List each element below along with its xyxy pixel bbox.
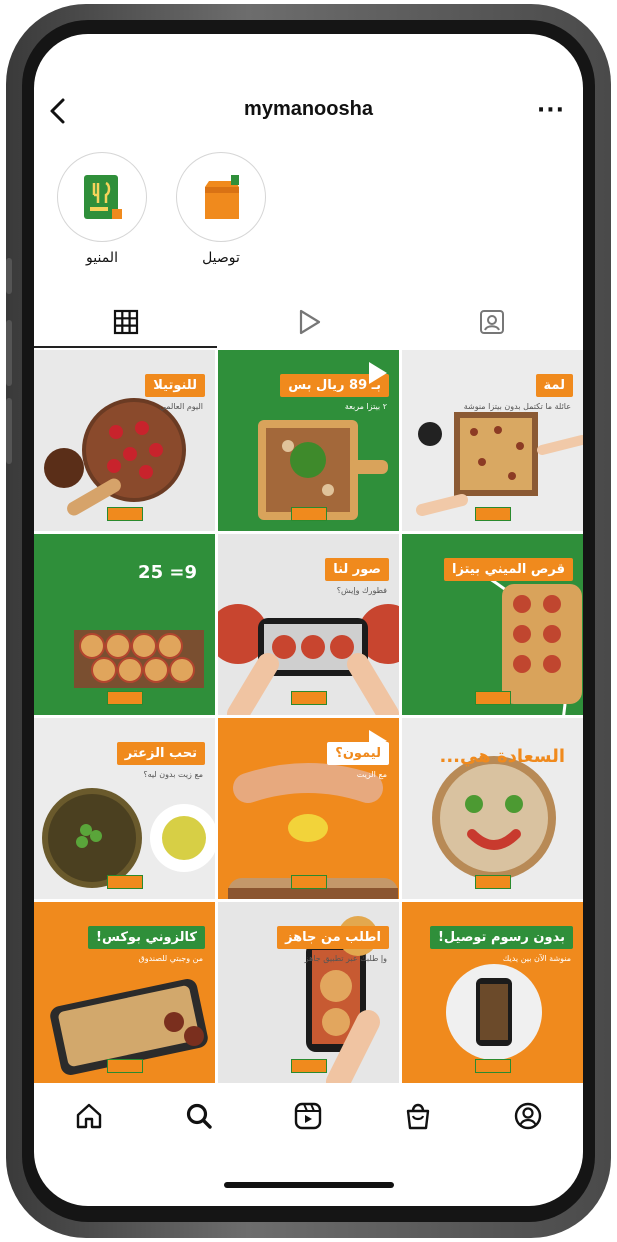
post-subtitle: منوشة الآن بين يديك	[502, 954, 571, 963]
tab-reels[interactable]	[217, 302, 400, 342]
post-title: 9= 25	[138, 562, 197, 583]
posts-grid: للنوتيلا اليوم العالمي بـ 89 ريال بس ٢ بيتز…	[34, 350, 583, 1083]
profile-tabs	[34, 296, 583, 348]
post-tile[interactable]: السعادة هي...	[402, 718, 583, 899]
highlight-menu-cover	[57, 152, 147, 242]
post-subtitle: من وجبتي للصندوق	[138, 954, 203, 963]
mute-switch	[6, 258, 12, 294]
profile-header: mymanoosha ···	[34, 34, 583, 144]
reels-icon[interactable]	[293, 1101, 323, 1131]
brand-logo	[290, 507, 327, 521]
post-title: قرص الميني بيتزا	[444, 558, 573, 581]
bottom-navigation	[34, 1086, 583, 1146]
post-tile[interactable]: ليمون؟ مع الزيت	[218, 718, 399, 899]
screen: mymanoosha ··· المنيو توصيل للنوتيلا الي…	[34, 34, 583, 1206]
post-tile[interactable]: للنوتيلا اليوم العالمي	[34, 350, 215, 531]
post-title: للنوتيلا	[145, 374, 205, 397]
post-title: السعادة هي...	[439, 746, 566, 767]
post-title: تحب الزعتر	[116, 742, 205, 765]
tab-grid[interactable]	[34, 302, 217, 342]
search-icon[interactable]	[184, 1101, 214, 1131]
post-subtitle: مع الزيت	[356, 770, 387, 779]
highlight-menu[interactable]: المنيو	[56, 152, 148, 266]
post-title: اطلب من جاهز	[277, 926, 389, 949]
post-tile[interactable]: بدون رسوم توصيل! منوشة الآن بين يديك	[402, 902, 583, 1083]
post-title: لمة	[535, 374, 573, 397]
post-subtitle: فطورك وإيش؟	[336, 586, 387, 595]
home-indicator	[223, 1182, 394, 1188]
post-tile[interactable]: بـ 89 ريال بس ٢ بيتزا مربعة	[218, 350, 399, 531]
brand-logo	[474, 691, 511, 705]
shop-bag-icon[interactable]	[403, 1101, 433, 1131]
brand-logo	[290, 691, 327, 705]
brand-logo	[106, 875, 143, 889]
highlight-delivery-cover	[176, 152, 266, 242]
post-subtitle: مع زيت بدون ليه؟	[143, 770, 203, 779]
grid-icon	[113, 309, 138, 335]
brand-logo	[474, 875, 511, 889]
brand-logo	[290, 1059, 327, 1073]
post-subtitle: اليوم العالمي	[159, 402, 203, 411]
profile-username: mymanoosha	[244, 98, 373, 120]
brand-logo	[106, 691, 143, 705]
post-tile[interactable]: 9= 25	[34, 534, 215, 715]
reels-play-icon	[299, 309, 320, 335]
brand-logo	[106, 1059, 143, 1073]
post-tile[interactable]: اطلب من جاهز وإ طلبك عبر تطبيق جاهز	[218, 902, 399, 1083]
profile-icon[interactable]	[513, 1101, 543, 1131]
tagged-user-icon	[479, 310, 504, 334]
menu-book-icon	[84, 175, 122, 219]
brand-logo	[474, 507, 511, 521]
video-play-icon	[369, 362, 387, 384]
post-tile[interactable]: كالزوني بوكس! من وجبتي للصندوق	[34, 902, 215, 1083]
post-tile[interactable]: صور لنا فطورك وإيش؟	[218, 534, 399, 715]
post-title: بدون رسوم توصيل!	[430, 926, 573, 949]
home-icon[interactable]	[74, 1101, 104, 1131]
highlight-delivery-label: توصيل	[202, 250, 240, 266]
brand-logo	[106, 507, 143, 521]
post-title: صور لنا	[325, 558, 389, 581]
brand-logo	[474, 1059, 511, 1073]
highlight-delivery[interactable]: توصيل	[175, 152, 267, 266]
post-subtitle: ٢ بيتزا مربعة	[344, 402, 387, 411]
highlight-menu-label: المنيو	[86, 250, 118, 266]
tab-tagged[interactable]	[400, 302, 583, 342]
post-tile[interactable]: تحب الزعتر مع زيت بدون ليه؟	[34, 718, 215, 899]
active-tab-indicator	[34, 346, 217, 348]
post-subtitle: وإ طلبك عبر تطبيق جاهز	[304, 954, 387, 963]
video-play-icon	[369, 730, 387, 752]
volume-down-button	[6, 398, 12, 464]
post-tile[interactable]: قرص الميني بيتزا	[402, 534, 583, 715]
post-tile[interactable]: لمة عائلة ما تكتمل بدون بيتزا منوشة	[402, 350, 583, 531]
delivery-bag-icon	[205, 175, 239, 219]
more-options-icon[interactable]: ···	[537, 98, 565, 123]
volume-up-button	[6, 320, 12, 386]
post-title: كالزوني بوكس!	[88, 926, 205, 949]
post-subtitle: عائلة ما تكتمل بدون بيتزا منوشة	[463, 402, 571, 411]
brand-logo	[290, 875, 327, 889]
